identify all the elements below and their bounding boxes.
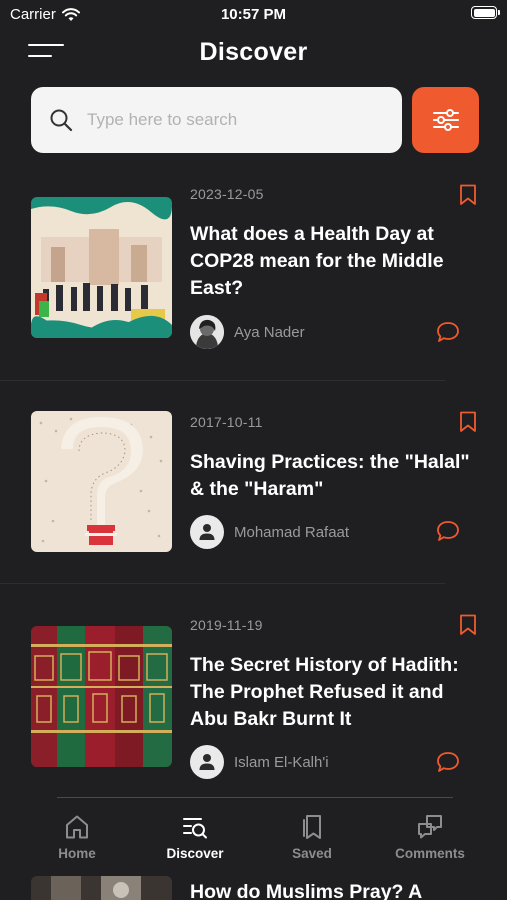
user-icon xyxy=(199,754,215,770)
status-bar: Carrier 10:57 PM xyxy=(0,0,507,30)
author-name: Mohamad Rafaat xyxy=(234,523,350,541)
tab-label: Discover xyxy=(166,846,224,861)
comments-icon xyxy=(418,815,442,839)
tab-discover[interactable]: Discover xyxy=(145,813,245,861)
article-title[interactable]: Shaving Practices: the "Halal" & the "Ha… xyxy=(190,449,485,503)
tab-label: Home xyxy=(58,846,96,861)
article-card-partial[interactable]: How do Muslims Pray? A xyxy=(0,868,507,900)
article-date: 2017-10-11 xyxy=(190,414,263,430)
article-title[interactable]: How do Muslims Pray? A xyxy=(190,881,422,900)
tab-bar-divider xyxy=(57,797,453,798)
filter-sliders-icon xyxy=(432,109,459,131)
tab-saved[interactable]: Saved xyxy=(262,813,362,861)
saved-icon xyxy=(303,815,321,839)
article-author[interactable]: Mohamad Rafaat xyxy=(190,515,349,549)
battery-icon xyxy=(471,6,500,19)
tab-label: Saved xyxy=(292,846,332,861)
home-icon xyxy=(66,815,88,839)
tab-label: Comments xyxy=(395,846,465,861)
article-thumbnail[interactable] xyxy=(31,411,172,552)
article-author[interactable]: Aya Nader xyxy=(190,315,305,349)
article-author[interactable]: Islam El-Kalh'i xyxy=(190,745,329,779)
bookmark-icon[interactable] xyxy=(459,614,477,636)
comment-icon[interactable] xyxy=(436,321,460,343)
tab-comments[interactable]: Comments xyxy=(380,813,480,861)
divider xyxy=(0,583,445,584)
user-icon xyxy=(199,524,215,540)
bookmark-icon[interactable] xyxy=(459,184,477,206)
article-thumbnail[interactable] xyxy=(31,197,172,338)
discover-icon xyxy=(183,818,207,839)
article-thumbnail[interactable] xyxy=(31,626,172,767)
page-title: Discover xyxy=(199,38,308,66)
status-time: 10:57 PM xyxy=(220,6,287,23)
tab-bar: Home Discover Saved Comments xyxy=(0,797,507,867)
comment-icon[interactable] xyxy=(436,520,460,542)
search-icon xyxy=(50,109,73,132)
article-date: 2023-12-05 xyxy=(190,186,264,202)
comment-icon[interactable] xyxy=(436,751,460,773)
filter-button[interactable] xyxy=(412,87,479,153)
article-thumbnail[interactable] xyxy=(31,876,172,900)
article-title[interactable]: What does a Health Day at COP28 mean for… xyxy=(190,221,485,302)
search-input[interactable] xyxy=(87,110,377,130)
author-avatar xyxy=(190,745,224,779)
author-avatar xyxy=(190,315,224,349)
bookmark-icon[interactable] xyxy=(459,411,477,433)
tab-home[interactable]: Home xyxy=(27,813,127,861)
article-date: 2019-11-19 xyxy=(190,617,263,633)
author-name: Aya Nader xyxy=(234,323,305,341)
divider xyxy=(0,380,445,381)
author-name: Islam El-Kalh'i xyxy=(234,753,329,771)
search-bar[interactable] xyxy=(31,87,402,153)
article-title[interactable]: The Secret History of Hadith: The Prophe… xyxy=(190,652,485,733)
author-avatar xyxy=(190,515,224,549)
